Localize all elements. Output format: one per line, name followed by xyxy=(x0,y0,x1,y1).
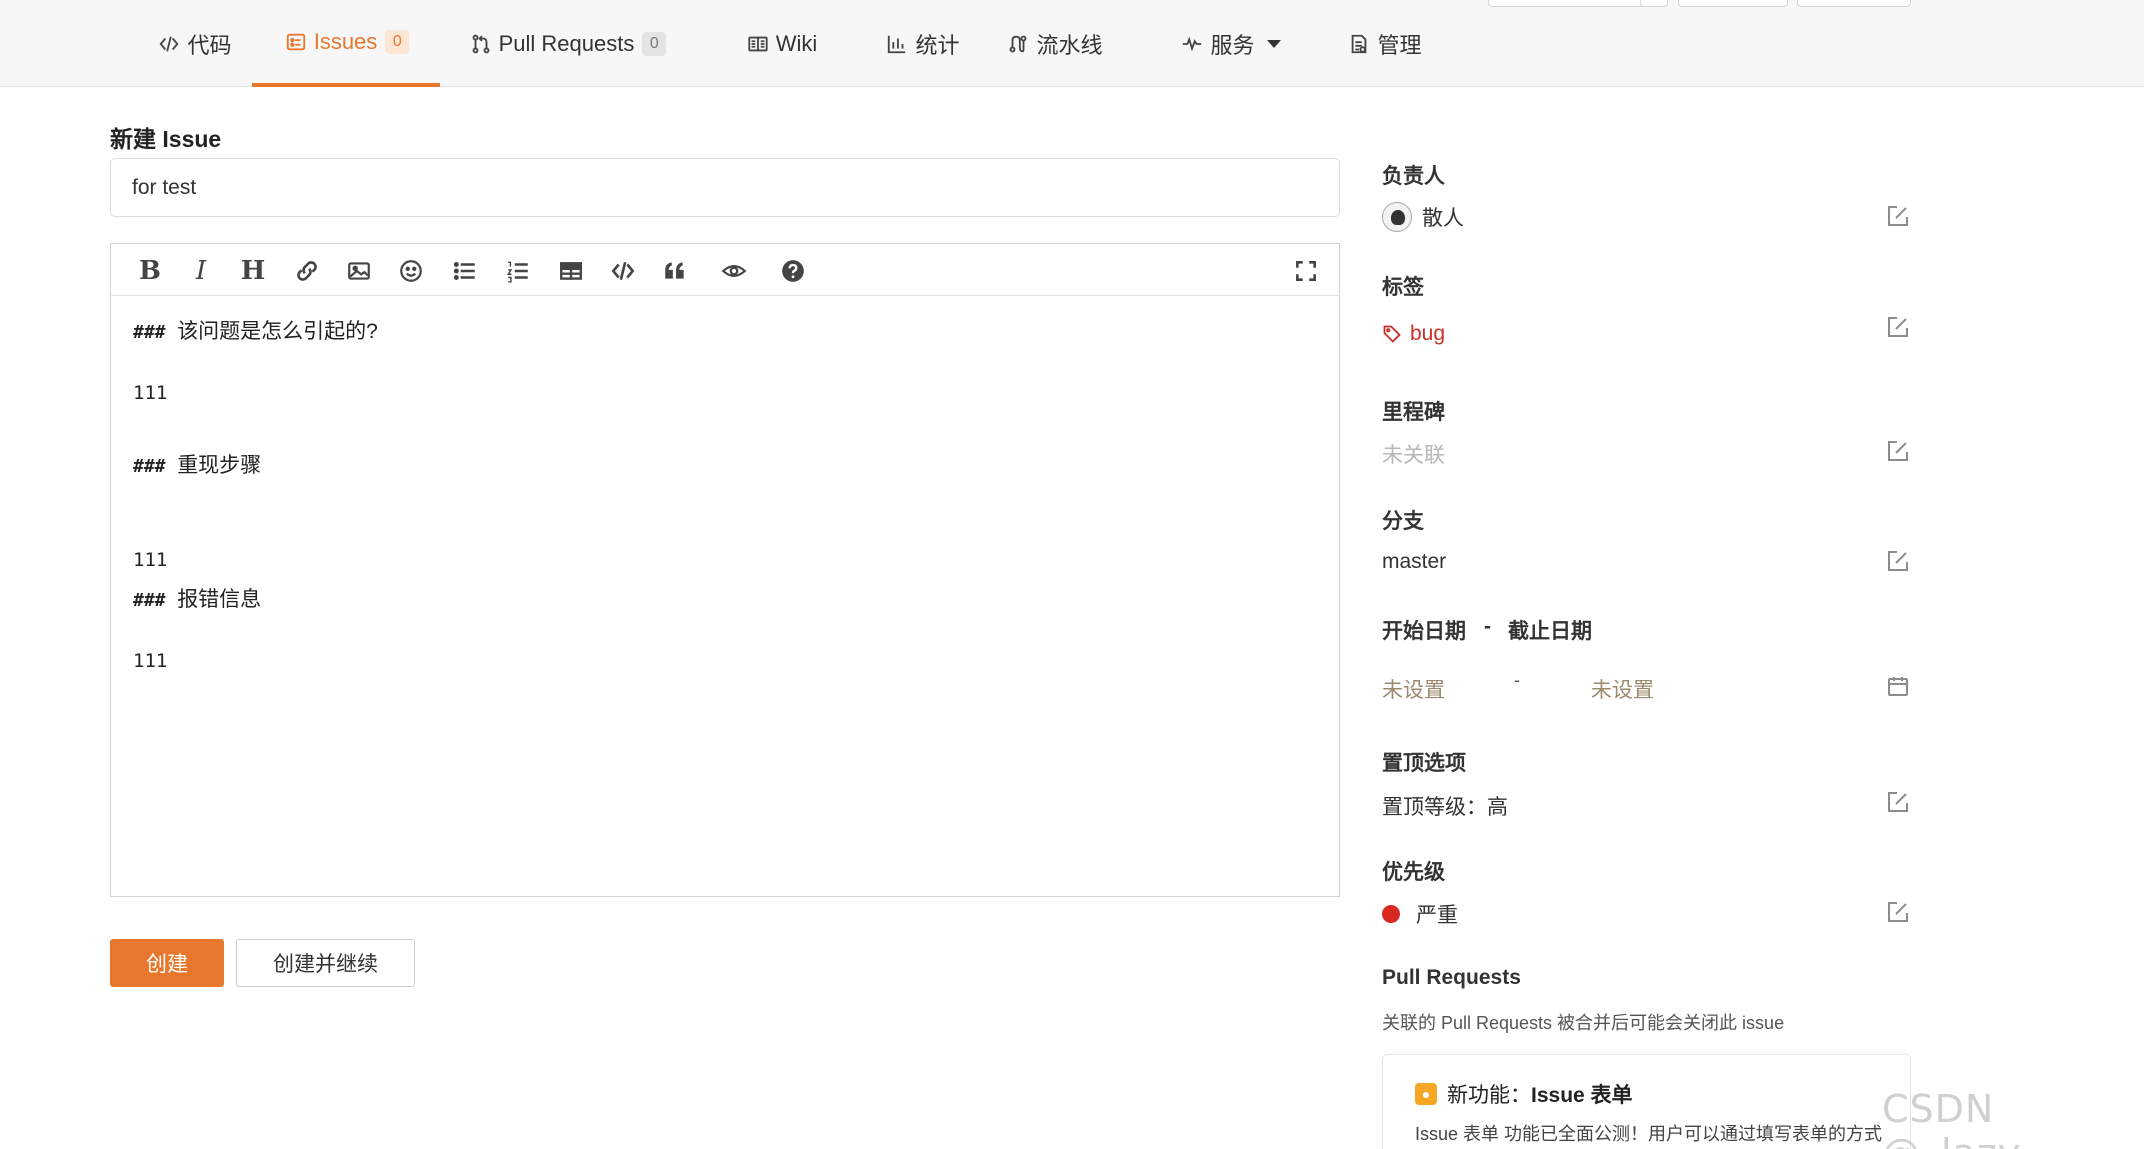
pipeline-icon xyxy=(1005,31,1031,57)
editor-line: ### 报错信息 xyxy=(133,588,262,611)
chevron-down-icon xyxy=(1266,39,1281,48)
editor-line: ### 重现步骤 xyxy=(133,454,262,477)
tab-label: 统计 xyxy=(915,32,960,58)
tab-issues[interactable]: Issues 0 xyxy=(252,0,440,87)
pin-option-value: 置顶等级：高 xyxy=(1382,796,1508,819)
tab-label: 流水线 xyxy=(1036,32,1103,58)
tab-manage[interactable]: 管理 xyxy=(1336,0,1432,87)
code-icon xyxy=(156,31,182,57)
assignee-label: 负责人 xyxy=(1382,165,1445,188)
image-icon[interactable] xyxy=(342,254,376,288)
edit-priority-icon[interactable] xyxy=(1885,899,1911,925)
watermark: CSDN @_lazy. xyxy=(1882,1087,2028,1149)
editor-textarea[interactable]: ### 该问题是怎么引起的? 111 ### 重现步骤 111 ### 报错信息… xyxy=(133,296,1317,896)
tab-label: Wiki xyxy=(775,30,818,56)
tab-label: 管理 xyxy=(1377,32,1422,58)
help-icon[interactable] xyxy=(776,254,810,288)
lightbulb-icon: ● xyxy=(1415,1083,1437,1105)
labels-label: 标签 xyxy=(1382,276,1424,299)
edit-labels-icon[interactable] xyxy=(1885,314,1911,340)
table-icon[interactable] xyxy=(554,254,588,288)
avatar xyxy=(1382,202,1412,232)
date-separator: - xyxy=(1484,615,1491,638)
issue-title-input[interactable] xyxy=(110,158,1340,217)
due-date-label: 截止日期 xyxy=(1508,620,1592,643)
header-button-stub[interactable] xyxy=(1797,0,1911,7)
create-and-continue-button[interactable]: 创建并继续 xyxy=(236,939,415,987)
edit-assignee-icon[interactable] xyxy=(1885,203,1911,229)
tab-label: Issues xyxy=(313,28,378,54)
preview-eye-icon[interactable] xyxy=(717,254,751,288)
repo-nav: 代码 Issues 0 Pull Requests 0 Wiki 统计 流水线 xyxy=(0,0,2144,87)
markdown-editor: B I H ### 该问题是怎么引起的? 111 ### 重现步骤 111 ##… xyxy=(110,243,1340,897)
link-icon[interactable] xyxy=(290,254,324,288)
tag-icon xyxy=(1383,325,1401,343)
header-dropdown-stub[interactable] xyxy=(1640,0,1668,7)
priority-dot xyxy=(1382,905,1400,923)
pull-requests-label: Pull Requests xyxy=(1382,966,1521,989)
editor-line: 111 xyxy=(133,650,168,672)
editor-toolbar: B I H xyxy=(111,244,1339,296)
create-button[interactable]: 创建 xyxy=(110,939,224,987)
editor-line: ### 该问题是怎么引起的? xyxy=(133,320,378,343)
pulse-icon xyxy=(1179,31,1205,57)
header-button-stub[interactable] xyxy=(1678,0,1788,7)
quote-icon[interactable] xyxy=(658,254,692,288)
issues-icon xyxy=(283,29,309,55)
tab-stats[interactable]: 统计 xyxy=(862,0,982,87)
new-feature-notice: ● 新功能： Issue 表单 Issue 表单 功能已全面公测！用户可以通过填写… xyxy=(1382,1054,1911,1149)
tab-wiki[interactable]: Wiki xyxy=(722,0,840,87)
emoji-icon[interactable] xyxy=(394,254,428,288)
tab-code[interactable]: 代码 xyxy=(132,0,256,87)
tab-label: 服务 xyxy=(1210,32,1255,58)
edit-milestone-icon[interactable] xyxy=(1885,438,1911,464)
assignee-value: 散人 xyxy=(1382,202,1464,232)
start-date-value[interactable]: 未设置 xyxy=(1382,674,1445,704)
notice-body: Issue 表单 功能已全面公测！用户可以通过填写表单的方式快速提交 Issue… xyxy=(1415,1124,1883,1144)
tab-pull-requests[interactable]: Pull Requests 0 xyxy=(462,0,672,87)
wiki-icon xyxy=(745,31,771,57)
edit-branch-icon[interactable] xyxy=(1885,548,1911,574)
milestone-value: 未关联 xyxy=(1382,444,1445,467)
pin-option-label: 置顶选项 xyxy=(1382,752,1466,775)
heading-icon[interactable]: H xyxy=(236,254,270,288)
editor-line: 111 xyxy=(133,549,168,571)
italic-icon[interactable]: I xyxy=(184,254,218,288)
count-badge: 0 xyxy=(642,31,667,56)
milestone-label: 里程碑 xyxy=(1382,401,1445,424)
pull-request-icon xyxy=(468,31,494,57)
tab-services[interactable]: 服务 xyxy=(1160,0,1300,87)
date-separator: - xyxy=(1514,670,1520,690)
editor-line: 111 xyxy=(133,382,168,404)
manage-icon xyxy=(1346,31,1372,57)
fullscreen-icon[interactable] xyxy=(1289,254,1323,288)
tab-label: 代码 xyxy=(187,32,232,58)
tab-label: Pull Requests xyxy=(498,30,635,56)
pull-requests-description: 关联的 Pull Requests 被合并后可能会关闭此 issue xyxy=(1382,1013,1785,1033)
stats-icon xyxy=(884,31,910,57)
branch-value: master xyxy=(1382,550,1447,573)
branch-label: 分支 xyxy=(1382,510,1424,533)
ordered-list-icon[interactable] xyxy=(501,254,535,288)
label-tag-bug[interactable]: bug xyxy=(1382,322,1445,346)
edit-pin-icon[interactable] xyxy=(1885,789,1911,815)
priority-value: 严重 xyxy=(1382,899,1458,929)
calendar-icon[interactable] xyxy=(1885,673,1911,699)
tab-pipeline[interactable]: 流水线 xyxy=(1002,0,1106,87)
notice-title: ● 新功能： Issue 表单 xyxy=(1415,1079,1633,1109)
page-title: 新建 Issue xyxy=(110,126,222,152)
priority-label: 优先级 xyxy=(1382,861,1445,884)
start-date-label: 开始日期 xyxy=(1382,620,1466,643)
bold-icon[interactable]: B xyxy=(133,254,167,288)
count-badge: 0 xyxy=(385,29,410,54)
code-icon[interactable] xyxy=(606,254,640,288)
due-date-value[interactable]: 未设置 xyxy=(1591,674,1654,704)
unordered-list-icon[interactable] xyxy=(448,254,482,288)
